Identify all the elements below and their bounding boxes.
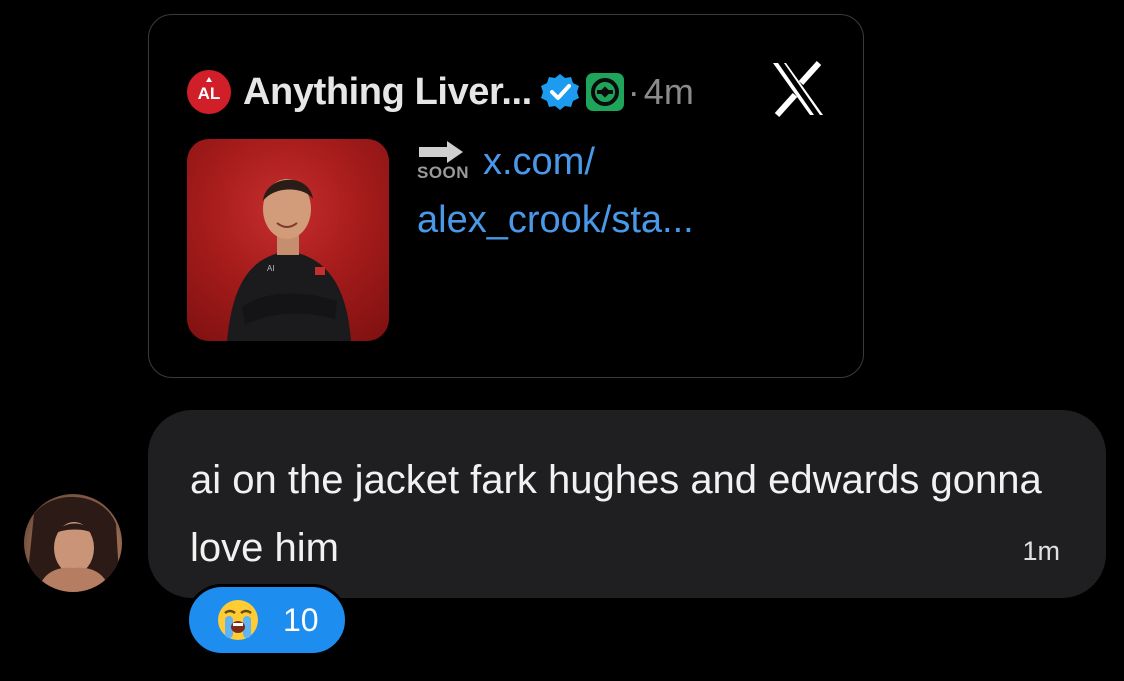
- soon-label: SOON: [417, 163, 470, 182]
- quoted-post-card[interactable]: AL Anything Liver... · 4m AI SOON x.com/…: [148, 14, 864, 378]
- affiliate-badge-icon: [585, 73, 624, 111]
- time-separator: ·: [627, 71, 640, 112]
- post-time: 4m: [643, 71, 694, 112]
- author-avatar[interactable]: AL: [187, 70, 231, 114]
- reaction-count: 10: [283, 601, 319, 638]
- author-logo-icon: AL: [198, 77, 221, 103]
- message-bubble[interactable]: ai on the jacket fark hughes and edwards…: [148, 410, 1106, 598]
- link-url-line2[interactable]: alex_crook/sta...: [417, 199, 694, 242]
- person-photo: AI: [227, 179, 351, 341]
- message-time: 1m: [1022, 536, 1060, 566]
- loudly-crying-face-icon: [218, 600, 258, 640]
- x-logo-icon: [773, 61, 823, 117]
- svg-text:AI: AI: [267, 264, 275, 273]
- reaction-button[interactable]: 10: [186, 584, 348, 656]
- sender-photo: [26, 496, 120, 592]
- svg-text:AL: AL: [198, 84, 221, 103]
- message-text: ai on the jacket fark hughes and edwards…: [190, 458, 1042, 570]
- sender-avatar[interactable]: [24, 494, 122, 592]
- verified-badge-icon: [540, 74, 579, 110]
- author-name[interactable]: Anything Liver...: [243, 71, 532, 114]
- dm-conversation: AL Anything Liver... · 4m AI SOON x.com/…: [0, 0, 1124, 681]
- photo-thumbnail[interactable]: AI: [187, 139, 389, 341]
- quoted-post-header: AL Anything Liver... · 4m: [187, 69, 694, 115]
- link-url-line1[interactable]: x.com/: [483, 141, 595, 184]
